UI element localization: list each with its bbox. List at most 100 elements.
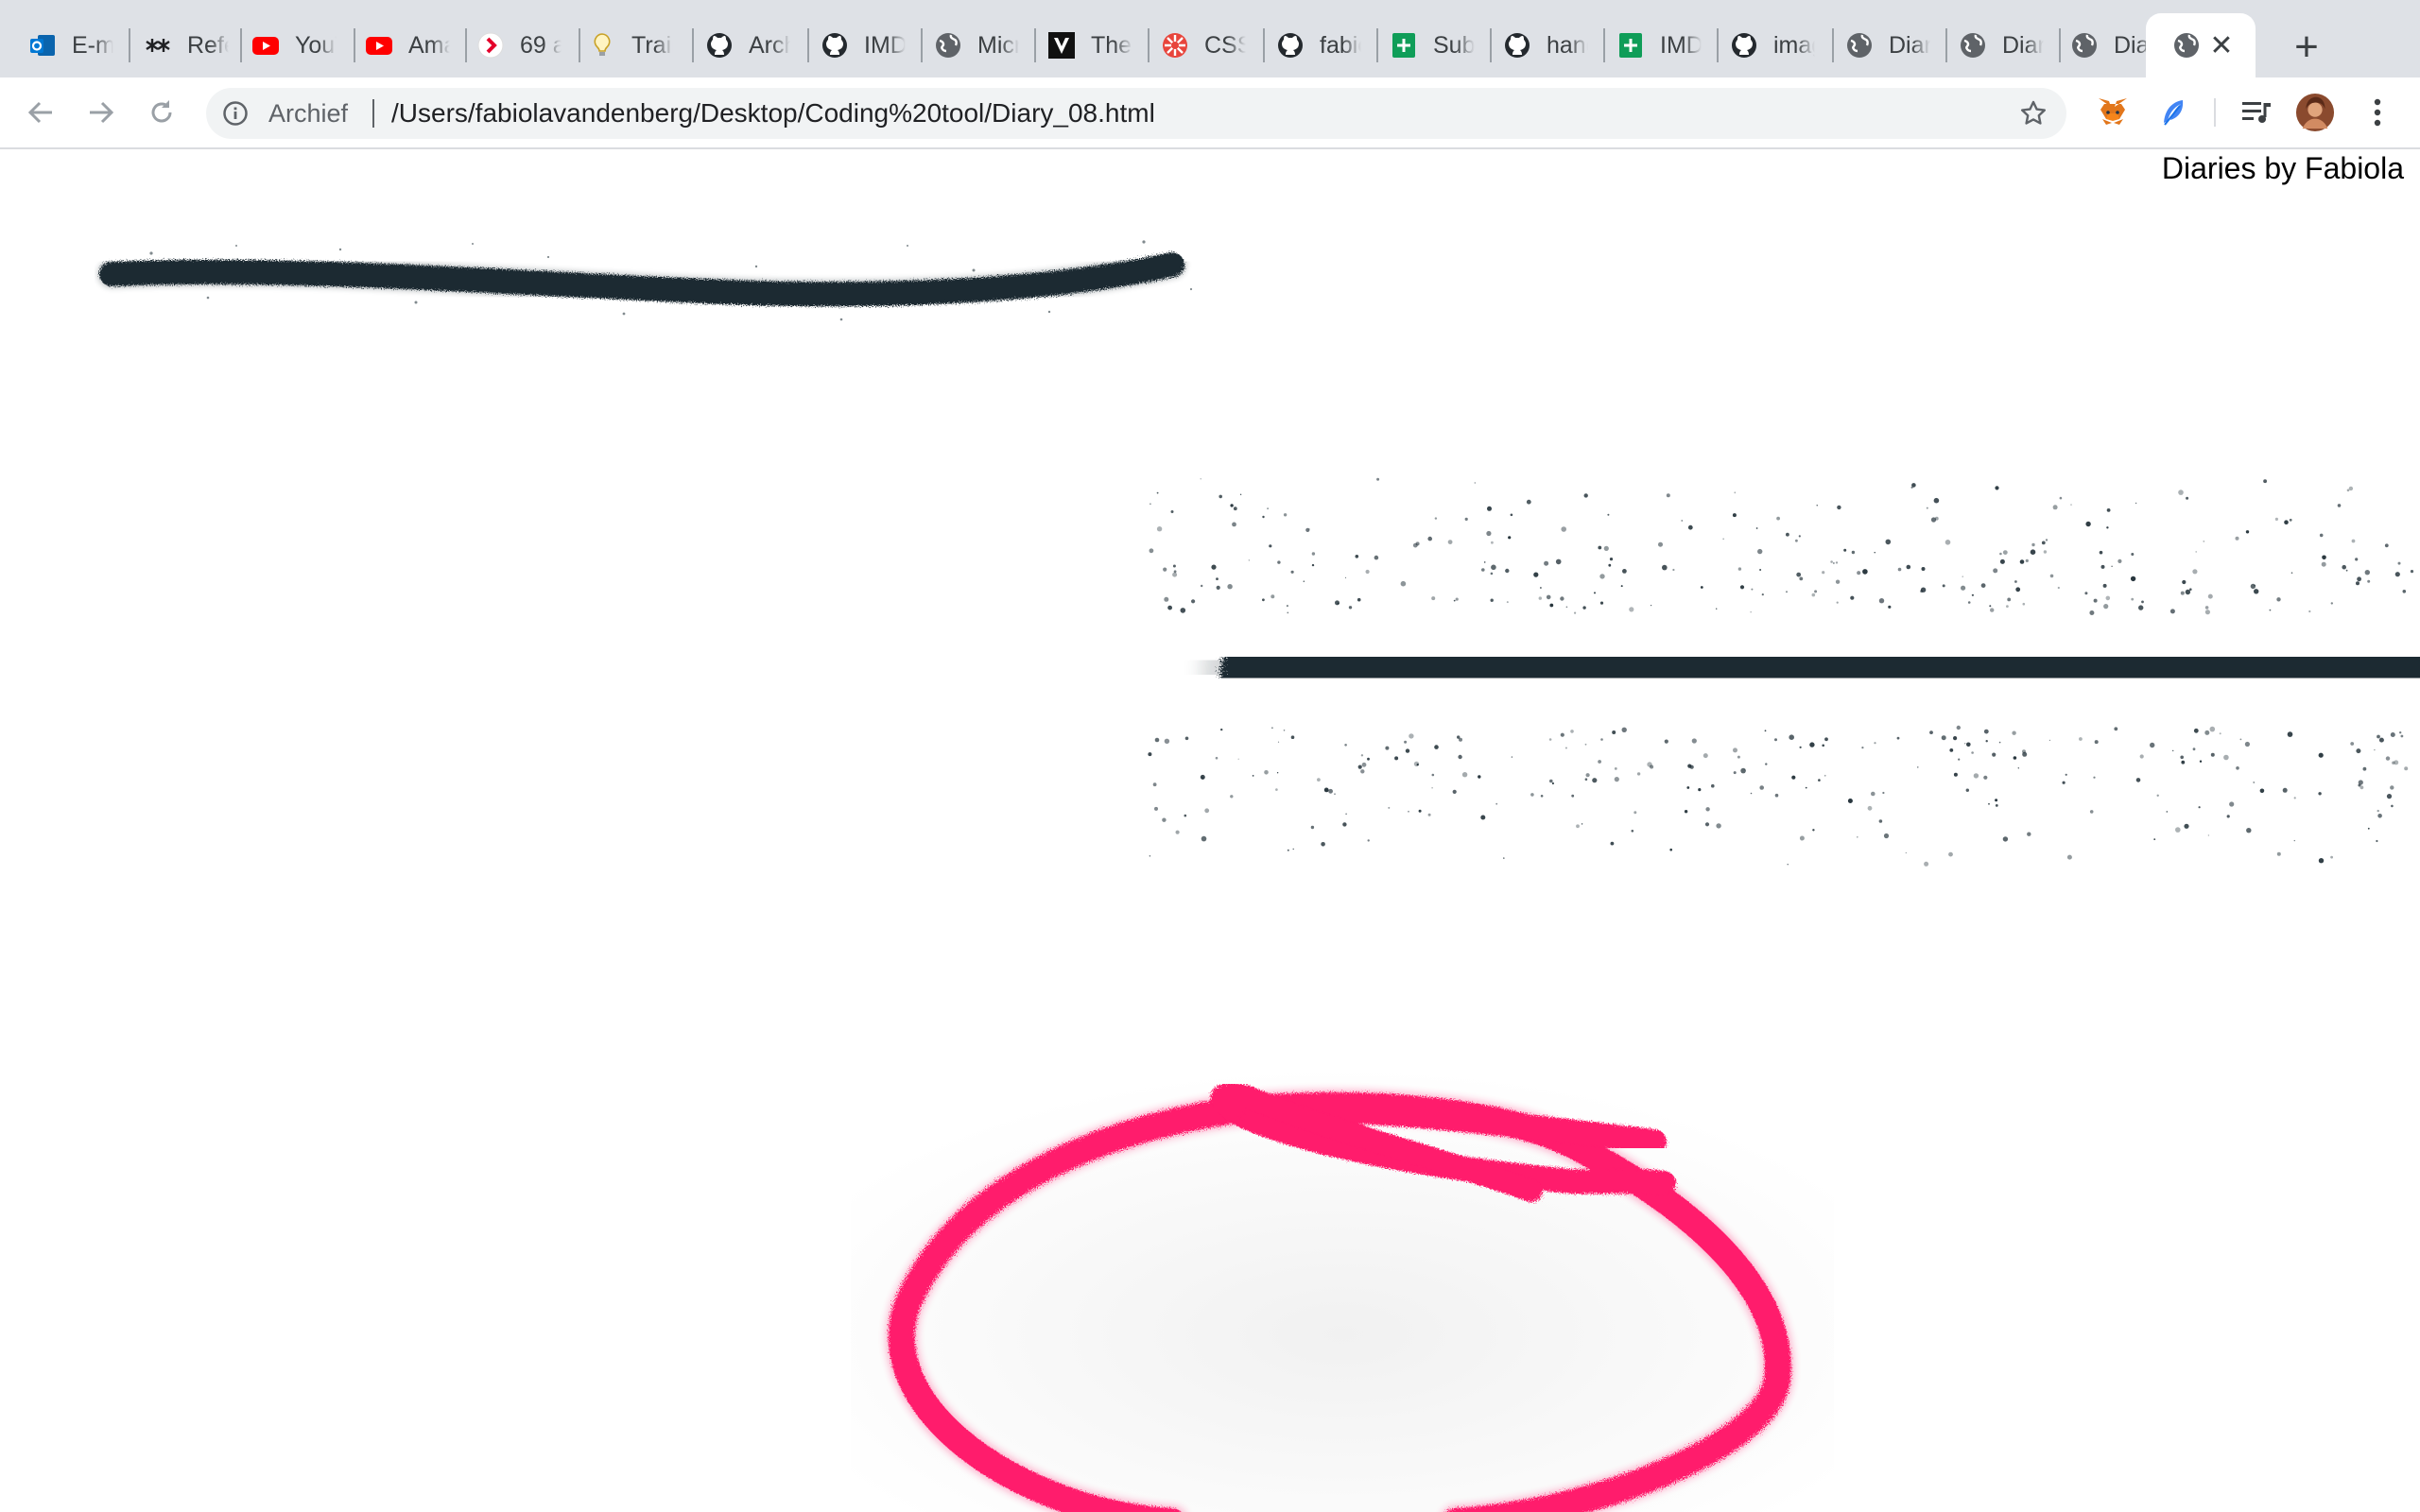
- tab-separator: [2059, 28, 2061, 62]
- forward-button[interactable]: [78, 89, 125, 136]
- tab-separator: [1945, 28, 1947, 62]
- globe-icon: [1959, 31, 1987, 60]
- tab-separator: [129, 28, 130, 62]
- tab-13[interactable]: Subjects: [1390, 13, 1495, 77]
- v-logo-icon: [1047, 31, 1076, 60]
- tab-separator: [1376, 28, 1378, 62]
- tab-8[interactable]: IMD: [821, 13, 926, 77]
- tab-17[interactable]: Diary: [1845, 13, 1951, 77]
- spray-stroke-thick-image: [1148, 477, 2420, 867]
- tab-9[interactable]: Microsoft: [934, 13, 1040, 77]
- reload-icon: [151, 100, 172, 123]
- tab-5[interactable]: 69 apps: [476, 13, 582, 77]
- arrow-left-icon: [27, 101, 52, 124]
- tab-title: IMD: [1660, 31, 1702, 59]
- lightbulb-icon: [588, 31, 616, 60]
- tab-16[interactable]: images: [1730, 13, 1836, 77]
- tab-title: YouTube: [295, 31, 337, 59]
- metamask-fox-icon[interactable]: [2093, 93, 2133, 132]
- tab-title: The Verge: [1091, 31, 1132, 59]
- github-icon: [1730, 31, 1758, 60]
- tab-14[interactable]: hands: [1503, 13, 1609, 77]
- github-icon: [821, 31, 849, 60]
- chevron-red-icon: [476, 31, 505, 60]
- reload-button[interactable]: [138, 89, 185, 136]
- tab-7[interactable]: Archief: [705, 13, 811, 77]
- omnibox-divider: [372, 99, 374, 128]
- globe-icon: [934, 31, 962, 60]
- page-signature: Diaries by Fabiola: [2161, 151, 2404, 185]
- sheets-icon: [1616, 31, 1645, 60]
- tab-3[interactable]: YouTube: [251, 13, 357, 77]
- globe-icon: [1845, 31, 1874, 60]
- tab-separator: [1148, 28, 1150, 62]
- tab-1[interactable]: E-mail: [28, 13, 134, 77]
- tab-title: 69 apps: [520, 31, 562, 59]
- tab-18[interactable]: Diary: [1959, 13, 2065, 77]
- tab-6[interactable]: Trainingen: [588, 13, 694, 77]
- tab-separator: [1717, 28, 1719, 62]
- tab-title: Trainingen: [631, 31, 673, 59]
- feather-extension-icon[interactable]: [2153, 93, 2193, 132]
- tab-separator: [579, 28, 580, 62]
- tab-strip: E-mail Referenties YouTube Amazon 69 apps Tra…: [0, 0, 2420, 77]
- tab-separator: [692, 28, 694, 62]
- tab-11[interactable]: CSS: [1161, 13, 1267, 77]
- github-icon: [705, 31, 734, 60]
- pink-spray-circle-image: [851, 1068, 1834, 1512]
- tab-title: images: [1773, 31, 1815, 59]
- tab-title: Subjects: [1433, 31, 1475, 59]
- browser-toolbar: Archief /Users/fabiolavandenberg/Desktop…: [0, 77, 2420, 149]
- profile-avatar[interactable]: [2295, 93, 2335, 132]
- spray-stroke-thin-image: [97, 240, 1193, 321]
- globe-icon: [2172, 31, 2201, 60]
- tab-title: E-mail: [72, 31, 113, 59]
- github-icon: [1276, 31, 1305, 60]
- tab-title: IMD: [864, 31, 906, 59]
- tab-title: Archief: [749, 31, 790, 59]
- info-icon[interactable]: [221, 99, 250, 128]
- outlook-icon: [28, 31, 57, 60]
- sheets-icon: [1390, 31, 1418, 60]
- tab-title: Microsoft: [977, 31, 1019, 59]
- tab-separator: [1034, 28, 1036, 62]
- asterisk-icon: [144, 31, 172, 60]
- youtube-icon: [365, 31, 393, 60]
- github-icon: [1503, 31, 1531, 60]
- arrow-right-icon: [90, 101, 114, 124]
- tab-title: Referenties: [187, 31, 229, 59]
- new-tab-button[interactable]: +: [2280, 21, 2333, 74]
- bookmark-star-icon[interactable]: [2017, 97, 2049, 129]
- globe-icon: [2070, 31, 2099, 60]
- tab-2[interactable]: Referenties: [144, 13, 250, 77]
- site-chip[interactable]: Archief: [268, 88, 348, 139]
- tab-separator: [1263, 28, 1265, 62]
- tab-15[interactable]: IMD: [1616, 13, 1722, 77]
- close-tab-button[interactable]: ✕: [2204, 28, 2238, 62]
- tab-title: hands: [1547, 31, 1588, 59]
- tab-title: fabiola: [1320, 31, 1361, 59]
- kebab-menu-icon[interactable]: [2358, 93, 2397, 132]
- tab-10[interactable]: The Verge: [1047, 13, 1153, 77]
- back-button[interactable]: [17, 89, 64, 136]
- tab-separator: [354, 28, 355, 62]
- active-tab[interactable]: ✕: [2146, 13, 2256, 77]
- tab-separator: [1490, 28, 1492, 62]
- tab-title: Diary: [2002, 31, 2044, 59]
- toolbar-divider: [2214, 98, 2216, 127]
- tab-title: CSS: [1204, 31, 1246, 59]
- pinwheel-icon: [1161, 31, 1189, 60]
- tab-12[interactable]: fabiola: [1276, 13, 1382, 77]
- tab-separator: [1832, 28, 1834, 62]
- tab-4[interactable]: Amazon: [365, 13, 471, 77]
- address-bar[interactable]: Archief /Users/fabiolavandenberg/Desktop…: [206, 88, 2066, 139]
- tab-separator: [921, 28, 923, 62]
- tab-separator: [240, 28, 242, 62]
- tab-separator: [1603, 28, 1605, 62]
- media-controls-icon[interactable]: [2237, 93, 2276, 132]
- url-text[interactable]: /Users/fabiolavandenberg/Desktop/Coding%…: [391, 88, 1155, 139]
- tab-separator: [465, 28, 467, 62]
- youtube-icon: [251, 31, 280, 60]
- tab-separator: [807, 28, 809, 62]
- tab-title: Diary: [1889, 31, 1930, 59]
